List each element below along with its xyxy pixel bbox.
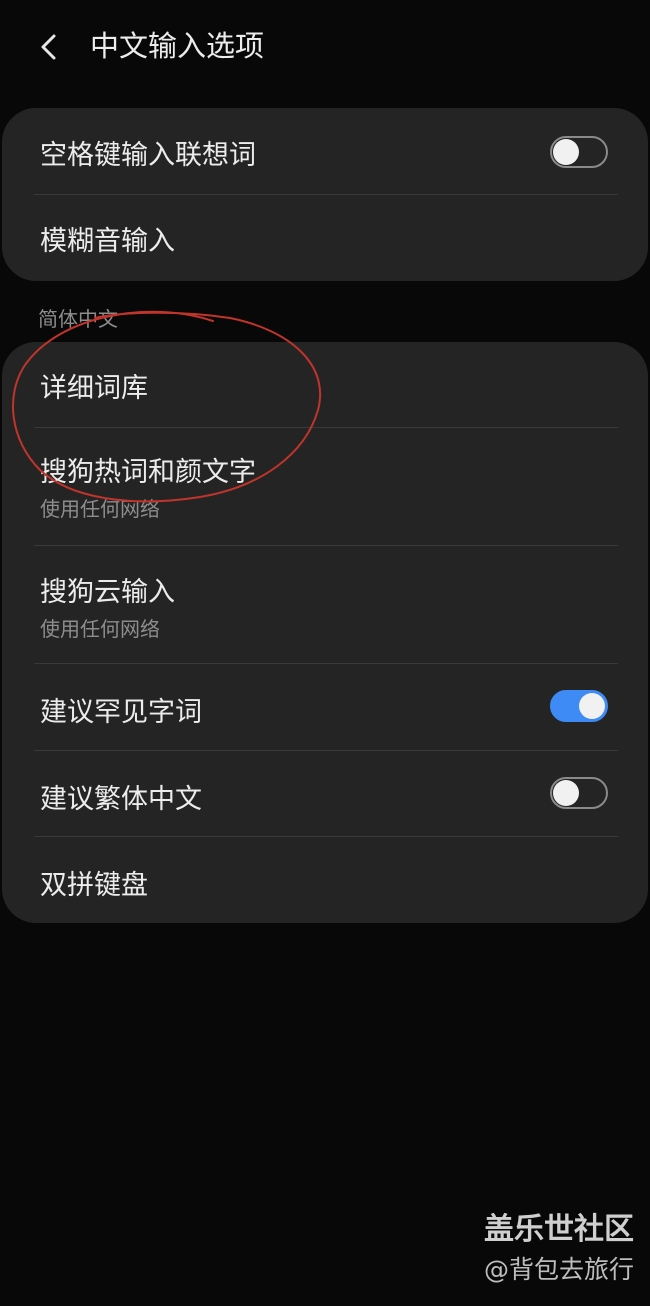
setting-row-traditional-chinese[interactable]: 建议繁体中文 [2,751,648,837]
setting-row-double-pinyin[interactable]: 双拼键盘 [2,837,648,923]
settings-group-general: 空格键输入联想词 模糊音输入 [2,108,648,281]
watermark-user: @背包去旅行 [483,1255,634,1284]
toggle-knob [553,139,579,165]
setting-title: 空格键输入联想词 [40,140,256,171]
back-button[interactable] [24,22,74,72]
setting-row-fuzzy-pinyin[interactable]: 模糊音输入 [2,195,648,281]
toggle-knob [579,693,605,719]
setting-row-detailed-dictionary[interactable]: 详细词库 [2,342,648,428]
setting-title: 搜狗云输入 [40,577,175,608]
page-title: 中文输入选项 [90,29,265,63]
setting-title: 模糊音输入 [40,226,175,257]
watermark-title: 盖乐世社区 [484,1212,634,1247]
traditional-chinese-toggle[interactable] [550,777,608,809]
setting-title: 详细词库 [40,373,148,404]
space-prediction-toggle[interactable] [550,136,608,168]
setting-title: 建议繁体中文 [40,784,202,815]
rare-words-toggle[interactable] [550,690,608,722]
setting-title: 建议罕见字词 [40,697,202,728]
chevron-left-icon [41,34,56,60]
setting-row-rare-words[interactable]: 建议罕见字词 [2,664,648,751]
setting-title: 双拼键盘 [40,870,148,901]
section-header: 简体中文 [38,307,118,331]
setting-subtitle: 使用任何网络 [40,497,160,521]
setting-row-hot-words[interactable]: 搜狗热词和颜文字 使用任何网络 [2,428,648,546]
settings-group-simplified-chinese: 详细词库 搜狗热词和颜文字 使用任何网络 搜狗云输入 使用任何网络 建议罕见字词… [2,342,648,923]
setting-title: 搜狗热词和颜文字 [40,457,256,488]
setting-subtitle: 使用任何网络 [40,617,160,641]
toggle-knob [553,780,579,806]
setting-row-cloud-input[interactable]: 搜狗云输入 使用任何网络 [2,546,648,664]
setting-row-space-prediction[interactable]: 空格键输入联想词 [2,108,648,195]
app-bar: 中文输入选项 [0,0,650,95]
